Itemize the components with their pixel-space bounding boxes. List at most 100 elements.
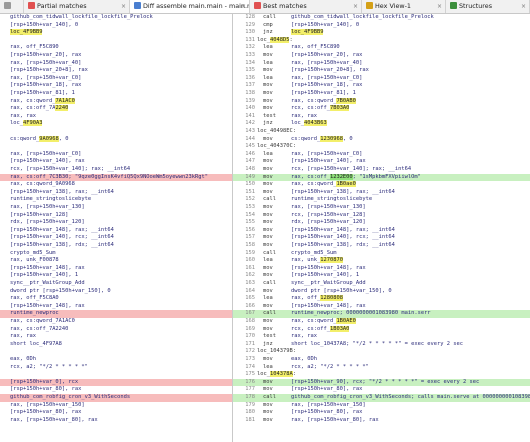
- left-code-line[interactable]: [0, 37, 233, 45]
- left-code-line[interactable]: eax, 0Dh: [0, 356, 233, 364]
- right-code-line[interactable]: 130 jnz loc_4F9BB9: [233, 29, 530, 37]
- right-code-line[interactable]: 152 call runtime_stringtoslicebyte: [233, 196, 530, 204]
- right-code-line[interactable]: 169 mov rcx, cs:off_1B03A0: [233, 325, 530, 334]
- right-code-line[interactable]: 137 mov [rsp+150h+var_18], rax: [233, 82, 530, 90]
- left-code-line[interactable]: [rsp+150h+var_148], rax: [0, 303, 233, 311]
- right-code-line[interactable]: 155 mov rdx, [rsp+150h+var_120]: [233, 219, 530, 227]
- right-code-line[interactable]: 135 mov [rsp+150h+var_20+8], rax: [233, 67, 530, 75]
- left-code-line[interactable]: rax, cs:qword_7A1AC0: [0, 97, 233, 106]
- left-code-line[interactable]: loc_4F9BB9: [0, 29, 233, 37]
- right-code-line[interactable]: 158 mov [rsp+150h+var_138], rdx; __int64: [233, 242, 530, 250]
- left-code-line[interactable]: runtime_stringtoslicebyte: [0, 196, 233, 204]
- left-code-line[interactable]: short loc_4F97A8: [0, 341, 233, 349]
- left-code-line[interactable]: rax, cs:off_7C3B30; "9qze0ggInsK4vfiQ5Qx…: [0, 173, 233, 182]
- right-code-line[interactable]: 168 mov rax, cs:qword_1B0AE0: [233, 318, 530, 326]
- left-code-line[interactable]: rax, unk_F00878: [0, 257, 233, 265]
- left-code-line[interactable]: [rsp+150h+var_81], 1: [0, 90, 233, 98]
- left-code-line[interactable]: rax, cs:qword_7A1AC0: [0, 318, 233, 326]
- right-code-line[interactable]: 162 mov [rsp+150h+var_140], 1: [233, 272, 530, 280]
- left-code-line[interactable]: rax, rax: [0, 113, 233, 121]
- right-code-line[interactable]: 161 mov [rsp+150h+var_148], rax: [233, 265, 530, 273]
- right-code-line[interactable]: 140 mov rcx, cs:off_7B03A0: [233, 105, 530, 113]
- left-code-line[interactable]: github_com_tidwall_lockfile_lockfile_Pre…: [0, 14, 233, 22]
- right-code-line[interactable]: 153 mov rax, [rsp+150h+var_130]: [233, 204, 530, 212]
- right-code-line[interactable]: 138 mov [rsp+150h+var_81], 1: [233, 90, 530, 98]
- right-code-line[interactable]: 174 lea rcx, a2; "*/2 * * * * *": [233, 364, 530, 372]
- left-code-line[interactable]: github_com_robfig_cron_v3_WithSeconds: [0, 394, 233, 402]
- right-code-line[interactable]: 178 call github_com_robfig_cron_v3_WithSec…: [233, 394, 530, 402]
- tab-5[interactable]: Structures ×: [446, 0, 530, 13]
- left-code-line[interactable]: [0, 128, 233, 136]
- tab-1[interactable]: Partial matches ×: [24, 0, 130, 13]
- left-code-line[interactable]: [rsp+150h+var_148], rax: [0, 265, 233, 273]
- left-code-line[interactable]: rax, [rsp+150h+var_C0]: [0, 75, 233, 83]
- left-code-line[interactable]: rax, off_F5C8A0: [0, 295, 233, 303]
- right-code-line[interactable]: 170 test rax, rax: [233, 333, 530, 341]
- right-code-line[interactable]: 142 jnz loc_4043B63: [233, 120, 530, 128]
- right-code-line[interactable]: 172 loc_104379B:: [233, 348, 530, 356]
- left-code-line[interactable]: [rsp+150h+var_140], rax: [0, 158, 233, 166]
- left-code-line[interactable]: rax, cs:off_7A2240: [0, 326, 233, 334]
- close-icon[interactable]: ×: [241, 0, 246, 13]
- right-code-line[interactable]: 145 loc_404370C:: [233, 143, 530, 151]
- close-icon[interactable]: ×: [437, 0, 442, 13]
- right-code-line[interactable]: 179 mov rax, [rsp+150h+var_150]: [233, 402, 530, 410]
- left-code-line[interactable]: [rsp+150h+var_80], rax: [0, 409, 233, 417]
- left-code-line[interactable]: cs:qword_9A0968, 0: [0, 135, 233, 144]
- right-code-line[interactable]: 134 lea rax, [rsp+150h+var_40]: [233, 60, 530, 68]
- left-code-line[interactable]: [rsp+150h+var_140], 0: [0, 22, 233, 30]
- left-code-line[interactable]: [rsp+150h+var_20+8], rax: [0, 67, 233, 75]
- right-code-line[interactable]: 156 mov [rsp+150h+var_148], rax; __int64: [233, 227, 530, 235]
- right-code-line[interactable]: 147 mov [rsp+150h+var_140], rax: [233, 158, 530, 166]
- left-code-line[interactable]: rcx, a2; "*/2 * * * * *": [0, 364, 233, 372]
- right-code-line[interactable]: 146 lea rax, [rsp+150h+var_C0]: [233, 151, 530, 159]
- tab-4[interactable]: Hex View-1 ×: [362, 0, 446, 13]
- right-code-line[interactable]: 129 cmp [rsp+150h+var_140], 0: [233, 22, 530, 30]
- left-code-line[interactable]: rax, rax: [0, 333, 233, 341]
- left-code-line[interactable]: [rsp+150h+var_18], rax: [0, 82, 233, 90]
- left-code-line[interactable]: [rsp+150h+var_0], rcx: [0, 378, 233, 387]
- left-code-line[interactable]: rax, [rsp+150h+var_40]: [0, 60, 233, 68]
- right-code-line[interactable]: 164 mov dword ptr [rsp+150h+var_150], 0: [233, 288, 530, 296]
- right-code-line[interactable]: 141 test rax, rax: [233, 113, 530, 121]
- right-code-line[interactable]: 163 call sync__ptr_WaitGroup_Add: [233, 280, 530, 288]
- left-code-line[interactable]: rcx, [rsp+150h+var_140]; rax; __int64: [0, 166, 233, 174]
- right-code-line[interactable]: 173 mov eax, 0Dh: [233, 356, 530, 364]
- left-code-line[interactable]: rax, [rsp+150h+var_C0]: [0, 151, 233, 159]
- left-code-line[interactable]: rax, [rsp+150h+var_130]: [0, 204, 233, 212]
- right-code-line[interactable]: 131 loc_4048D5:: [233, 36, 530, 45]
- right-code-line[interactable]: 143 loc_40498EC:: [233, 128, 530, 136]
- right-code-line[interactable]: 149 mov rax, cs:off_1232E00; "1sMpkbmFXVpi…: [233, 173, 530, 182]
- left-code-line[interactable]: rax, cs:off_7A2240: [0, 105, 233, 113]
- left-code-line[interactable]: [rsp+150h+var_140], 1: [0, 272, 233, 280]
- left-code-line[interactable]: [rsp+150h+var_128]: [0, 212, 233, 220]
- right-code-line[interactable]: 177 mov [rsp+150h+var_80], rax: [233, 386, 530, 394]
- left-code-line[interactable]: [rsp+150h+var_140], rcx; __int64: [0, 234, 233, 242]
- left-code-line[interactable]: rax, cs:qword_9A0968: [0, 181, 233, 189]
- close-icon[interactable]: ×: [121, 0, 126, 13]
- left-code-line[interactable]: crypto_md5_Sum: [0, 250, 233, 258]
- left-code-line[interactable]: [rsp+150h+var_20], rax: [0, 52, 233, 60]
- left-code-line[interactable]: [0, 143, 233, 151]
- right-code-line[interactable]: 139 mov rax, cs:qword_7B0AB0: [233, 97, 530, 106]
- left-code-line[interactable]: [0, 348, 233, 356]
- close-icon[interactable]: ×: [353, 0, 358, 13]
- right-code-line[interactable]: 148 mov rcx, [rsp+150h+var_140]; rax; __in…: [233, 166, 530, 174]
- left-code-line[interactable]: runtime_newproc: [0, 310, 233, 318]
- left-code-line[interactable]: [rsp+150h+var_148], rax; __int64: [0, 227, 233, 235]
- right-code-line[interactable]: 160 lea rax, unk_1270870: [233, 257, 530, 265]
- right-code-line[interactable]: 166 mov [rsp+150h+var_148], rax: [233, 303, 530, 311]
- right-code-line[interactable]: 144 mov cs:qword_1230968, 0: [233, 135, 530, 144]
- right-code-line[interactable]: 132 lea rax, off_F5C890: [233, 44, 530, 52]
- tab-2[interactable]: Diff assemble main.main - main.main×: [130, 0, 250, 13]
- close-icon[interactable]: ×: [521, 0, 526, 13]
- left-code-line[interactable]: rdx, [rsp+150h+var_120]: [0, 219, 233, 227]
- right-code-line[interactable]: 180 mov [rsp+150h+var_80], rax: [233, 409, 530, 417]
- right-code-line[interactable]: 167 call runtime_newproc; 0000000001083980…: [233, 310, 530, 318]
- left-code-line[interactable]: [rsp+150h+var_138], rdx; __int64: [0, 242, 233, 250]
- right-code-line[interactable]: 136 lea rax, [rsp+150h+var_C0]: [233, 75, 530, 83]
- right-code-line[interactable]: 151 mov [rsp+150h+var_138], rax; __int64: [233, 189, 530, 197]
- tab-3[interactable]: Best matches ×: [250, 0, 362, 13]
- right-code-line[interactable]: 133 mov [rsp+150h+var_20], rax: [233, 52, 530, 60]
- right-code-line[interactable]: 165 lea rax, off_1280808: [233, 295, 530, 303]
